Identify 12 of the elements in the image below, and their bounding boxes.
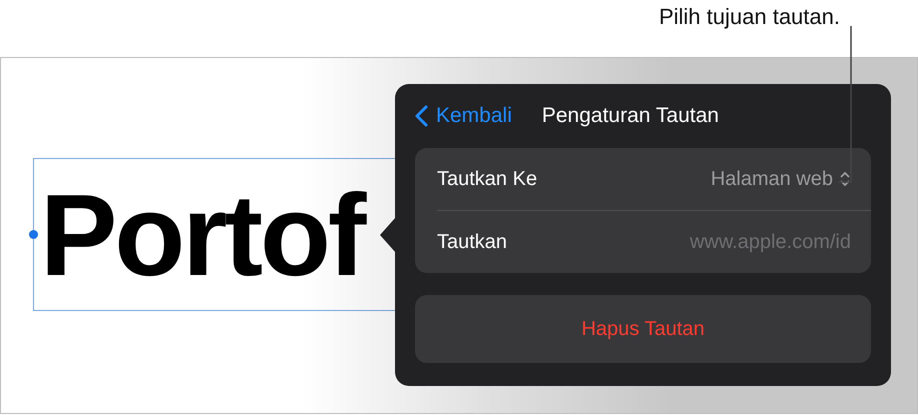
row-label: Tautkan [437,230,508,254]
callout-text: Pilih tujuan tautan. [658,4,840,30]
selection-handle[interactable] [29,230,38,239]
title-text: Portof [40,176,364,292]
link-type-picker[interactable]: Halaman web [710,168,851,190]
row-label: Tautkan Ke [437,168,538,190]
up-down-chevron-icon [839,170,851,188]
chevron-left-icon [415,105,428,127]
back-button[interactable]: Kembali [415,104,512,128]
popover-title: Pengaturan Tautan [542,104,719,128]
url-field[interactable]: www.apple.com/id [631,230,851,254]
remove-link-button[interactable]: Hapus Tautan [415,295,871,363]
